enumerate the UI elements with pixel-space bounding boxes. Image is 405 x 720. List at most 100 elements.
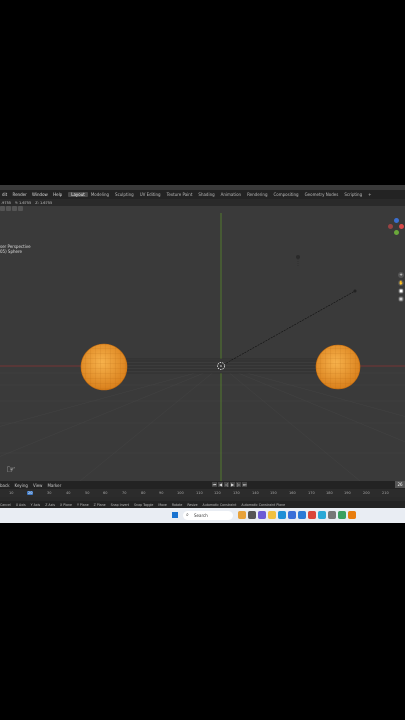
app-icon[interactable] bbox=[338, 511, 346, 519]
tick-10: 10 bbox=[9, 491, 14, 495]
light-object bbox=[353, 289, 357, 293]
tick-30: 30 bbox=[47, 491, 52, 495]
tab-geometry-nodes[interactable]: Geometry Nodes bbox=[302, 192, 342, 197]
play-icon[interactable]: ▶ bbox=[230, 482, 235, 487]
tick-40: 40 bbox=[66, 491, 71, 495]
viewport-info: ser Perspective 05) Sphere bbox=[0, 244, 31, 254]
tick-160: 160 bbox=[289, 491, 296, 495]
status-auto-constraint-plane: Automatic Constraint Plane bbox=[241, 502, 286, 507]
tick-190: 190 bbox=[344, 491, 351, 495]
tab-shading[interactable]: Shading bbox=[195, 192, 217, 197]
jump-end-icon[interactable]: ⏭ bbox=[242, 482, 247, 487]
viewport-scene bbox=[0, 213, 405, 481]
jump-start-icon[interactable]: ⏮ bbox=[212, 482, 217, 487]
coord-x: .9755 bbox=[1, 200, 12, 205]
taskbar-search[interactable]: ⌕ Search bbox=[183, 511, 233, 520]
mail-icon[interactable] bbox=[298, 511, 306, 519]
tick-180: 180 bbox=[326, 491, 333, 495]
taskbar-app-icon[interactable] bbox=[238, 511, 246, 519]
status-y-axis: Y Axis bbox=[30, 502, 41, 507]
left-sphere bbox=[80, 343, 128, 391]
play-reverse-icon[interactable]: ◁ bbox=[224, 482, 229, 487]
status-resize: Resize bbox=[187, 502, 198, 507]
status-bar: Cancel X Axis Y Axis Z Axis X Plane Y Pl… bbox=[0, 501, 405, 508]
taskbar-apps bbox=[238, 511, 356, 519]
timeline-header: back Keying View Marker bbox=[0, 481, 405, 489]
timeline-menu-keying[interactable]: Keying bbox=[15, 483, 28, 488]
add-tab-button[interactable]: + bbox=[365, 192, 374, 197]
gizmo-y-axis[interactable] bbox=[394, 230, 399, 235]
right-sphere bbox=[315, 344, 361, 390]
tick-200: 200 bbox=[363, 491, 370, 495]
tick-210: 210 bbox=[382, 491, 389, 495]
status-rotate: Rotate bbox=[171, 502, 183, 507]
next-key-icon[interactable]: ▷ bbox=[236, 482, 241, 487]
status-snap-toggle: Snap Toggle bbox=[134, 502, 154, 507]
status-snap-invert: Snap Invert bbox=[110, 502, 130, 507]
camera-view-icon[interactable]: ■ bbox=[398, 288, 404, 294]
windows-start-icon[interactable] bbox=[172, 512, 179, 519]
menu-render[interactable]: Render bbox=[13, 192, 27, 197]
timeline-menu-playback[interactable]: back bbox=[0, 483, 10, 488]
tab-rendering[interactable]: Rendering bbox=[244, 192, 270, 197]
tick-170: 170 bbox=[308, 491, 315, 495]
ortho-toggle-icon[interactable]: ▦ bbox=[398, 296, 404, 302]
coord-y: Y: 1.6755 bbox=[15, 200, 32, 205]
tab-texture-paint[interactable]: Texture Paint bbox=[164, 192, 196, 197]
menu-window[interactable]: Window bbox=[32, 192, 48, 197]
zoom-icon[interactable]: + bbox=[398, 272, 404, 278]
tab-compositing[interactable]: Compositing bbox=[271, 192, 302, 197]
status-cancel: Cancel bbox=[0, 502, 11, 507]
tick-140: 140 bbox=[252, 491, 259, 495]
tab-scripting[interactable]: Scripting bbox=[341, 192, 365, 197]
timeline-menu-view[interactable]: View bbox=[33, 483, 43, 488]
tick-130: 130 bbox=[233, 491, 240, 495]
tab-uv-editing[interactable]: UV Editing bbox=[137, 192, 164, 197]
gizmo-x-axis[interactable] bbox=[399, 224, 404, 229]
coord-z: Z: 1.6755 bbox=[35, 200, 53, 205]
gizmo-neg-x-axis[interactable] bbox=[388, 224, 393, 229]
chrome-icon[interactable] bbox=[308, 511, 316, 519]
photos-icon[interactable] bbox=[318, 511, 326, 519]
tab-modeling[interactable]: Modeling bbox=[88, 192, 112, 197]
tab-animation[interactable]: Animation bbox=[218, 192, 244, 197]
timeline-ruler[interactable]: 10 20 30 40 50 60 70 80 90 100 110 120 1… bbox=[0, 489, 405, 497]
select-mode-icon[interactable] bbox=[0, 206, 5, 211]
current-frame-field[interactable]: 26 bbox=[395, 481, 405, 488]
lasso-select-icon[interactable] bbox=[18, 206, 23, 211]
current-frame-indicator[interactable]: 20 bbox=[27, 491, 34, 495]
edge-icon[interactable] bbox=[278, 511, 286, 519]
navigation-gizmo[interactable] bbox=[388, 218, 405, 238]
menu-help[interactable]: Help bbox=[53, 192, 62, 197]
tick-120: 120 bbox=[214, 491, 221, 495]
blender-icon[interactable] bbox=[348, 511, 356, 519]
circle-select-icon[interactable] bbox=[12, 206, 17, 211]
transform-readout: .9755 Y: 1.6755 Z: 1.6755 bbox=[0, 199, 405, 206]
status-z-plane: Z Plane bbox=[93, 502, 106, 507]
hand-cursor-icon: ☞ bbox=[6, 463, 16, 476]
3d-viewport[interactable]: ser Perspective 05) Sphere + ✋ ■ ▦ ☞ bbox=[0, 213, 405, 481]
status-move: Move bbox=[158, 502, 167, 507]
tab-sculpting[interactable]: Sculpting bbox=[112, 192, 137, 197]
status-z-axis: Z Axis bbox=[45, 502, 56, 507]
status-x-plane: X Plane bbox=[60, 502, 72, 507]
pan-icon[interactable]: ✋ bbox=[398, 280, 404, 286]
chat-icon[interactable] bbox=[258, 511, 266, 519]
store-icon[interactable] bbox=[288, 511, 296, 519]
tick-150: 150 bbox=[270, 491, 277, 495]
tick-50: 50 bbox=[85, 491, 90, 495]
file-explorer-icon[interactable] bbox=[268, 511, 276, 519]
settings-icon[interactable] bbox=[328, 511, 336, 519]
tick-110: 110 bbox=[196, 491, 203, 495]
tick-100: 100 bbox=[177, 491, 184, 495]
tab-layout[interactable]: Layout bbox=[68, 192, 88, 197]
status-x-axis: X Axis bbox=[15, 502, 26, 507]
menu-edit[interactable]: dit bbox=[2, 192, 7, 197]
box-select-icon[interactable] bbox=[6, 206, 11, 211]
timeline-menu-marker[interactable]: Marker bbox=[47, 483, 61, 488]
task-view-icon[interactable] bbox=[248, 511, 256, 519]
prev-key-icon[interactable]: ◀ bbox=[218, 482, 223, 487]
main-menu: dit Render Window Help bbox=[0, 192, 64, 197]
workspace-tabs: Layout Modeling Sculpting UV Editing Tex… bbox=[68, 192, 374, 197]
gizmo-z-axis[interactable] bbox=[394, 218, 399, 223]
